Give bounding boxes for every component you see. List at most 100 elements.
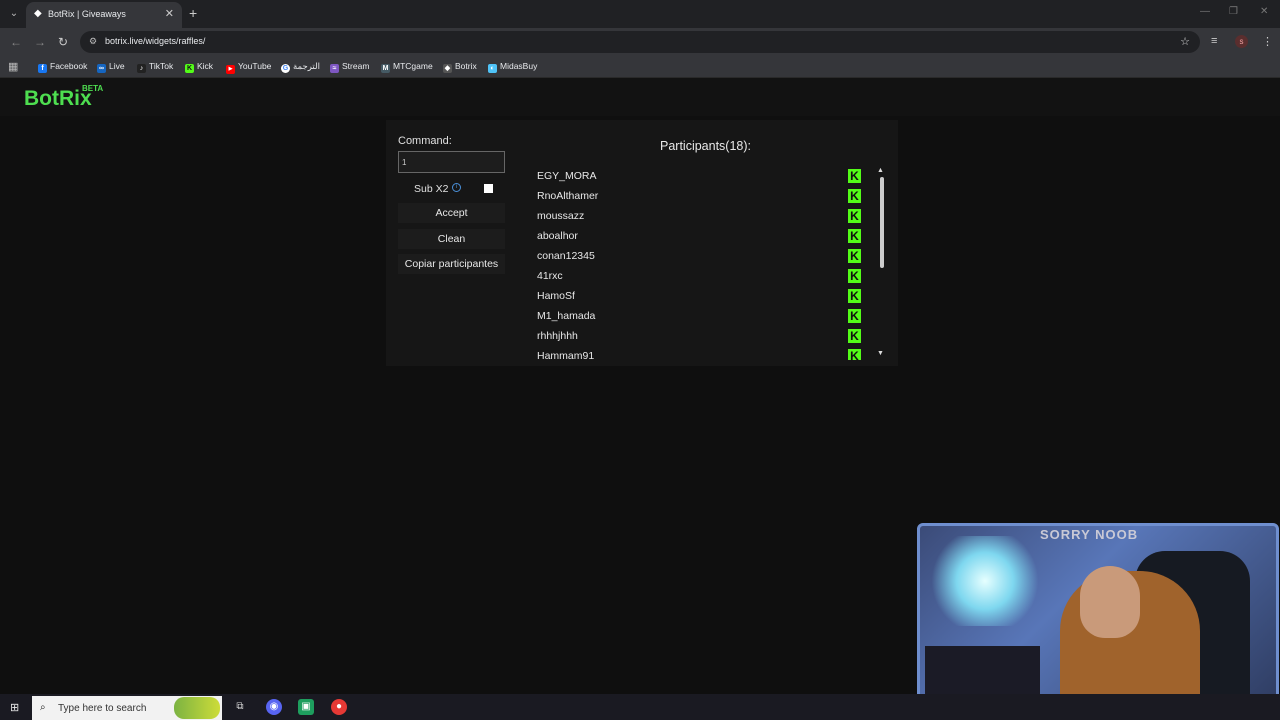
scroll-thumb[interactable] xyxy=(880,177,884,268)
bookmark-translate[interactable]: G الترجمة xyxy=(281,61,320,73)
scroll-up-icon[interactable]: ▲ xyxy=(877,167,884,174)
new-tab-icon[interactable]: + xyxy=(189,5,197,21)
list-item[interactable]: 41rxc K xyxy=(523,267,863,287)
list-item[interactable]: aboalhor K xyxy=(523,227,863,247)
url-text[interactable]: botrix.live/widgets/raffles/ xyxy=(105,36,205,46)
command-label: Command: xyxy=(398,135,452,147)
participant-name: HamoSf xyxy=(537,290,575,302)
mtcgame-icon: M xyxy=(381,64,390,73)
minimize-icon[interactable]: — xyxy=(1200,6,1210,17)
bookmark-star-icon[interactable]: ☆ xyxy=(1180,35,1190,48)
task-view-icon[interactable]: ⧉ xyxy=(232,699,248,715)
facebook-icon: f xyxy=(38,64,47,73)
clean-button[interactable]: Clean xyxy=(398,229,505,249)
bookmark-tiktok[interactable]: ♪ TikTok xyxy=(137,61,173,73)
apps-grid-icon[interactable]: ▦ xyxy=(8,60,18,73)
tab-close-icon[interactable]: ✕ xyxy=(165,7,174,20)
participant-name: RnoAlthamer xyxy=(537,190,599,202)
menu-kebab-icon[interactable]: ⋮ xyxy=(1262,35,1273,48)
search-highlight-image xyxy=(174,697,220,719)
kick-icon: K xyxy=(848,189,861,203)
restore-icon[interactable]: ❐ xyxy=(1229,6,1238,17)
discord-icon[interactable]: ◉ xyxy=(266,699,282,715)
midasbuy-icon: ◐ xyxy=(488,64,497,73)
participants-title: Participants(18): xyxy=(660,139,752,153)
list-item[interactable]: RnoAlthamer K xyxy=(523,187,863,207)
reload-icon[interactable]: ↻ xyxy=(58,35,68,49)
site-info-icon[interactable]: ⚙ xyxy=(89,36,97,47)
windows-start-icon[interactable]: ⊞ xyxy=(10,701,19,714)
kick-icon: K xyxy=(848,229,861,243)
bookmark-live[interactable]: ∞ Live xyxy=(97,61,125,73)
kick-icon: K xyxy=(848,169,861,183)
tab-title: BotRix | Giveaways xyxy=(48,9,126,19)
list-item[interactable]: Hammam91 K xyxy=(523,347,863,360)
webcam-sign-text: SORRY NOOB xyxy=(1040,527,1139,542)
kick-icon: K xyxy=(848,349,861,360)
copy-participants-button[interactable]: Copiar participantes xyxy=(398,254,505,274)
participant-name: EGY_MORA xyxy=(537,170,597,182)
participant-name: aboalhor xyxy=(537,230,578,242)
botrix-favicon-icon: ◆ xyxy=(34,8,42,19)
list-item[interactable]: HamoSf K xyxy=(523,287,863,307)
bookmark-botrix[interactable]: ◆ Botrix xyxy=(443,61,477,73)
list-item[interactable]: conan12345 K xyxy=(523,247,863,267)
beta-badge: BETA xyxy=(82,84,104,93)
search-icon: ⌕ xyxy=(40,702,46,713)
list-item[interactable]: EGY_MORA K xyxy=(523,167,863,187)
tiktok-icon: ♪ xyxy=(137,64,146,73)
browser-titlebar: ⌄ ◆ BotRix | Giveaways ✕ + — ❐ ✕ xyxy=(0,0,1280,28)
scroll-down-icon[interactable]: ▼ xyxy=(877,350,884,357)
browser-tab[interactable]: ◆ BotRix | Giveaways ✕ xyxy=(26,2,182,28)
list-item[interactable]: rhhhjhhh K xyxy=(523,327,863,347)
accept-button[interactable]: Accept xyxy=(398,203,505,223)
list-item[interactable]: moussazz K xyxy=(523,207,863,227)
sub-x2-label: Sub X2 xyxy=(414,183,449,195)
kick-icon: K xyxy=(848,249,861,263)
streamer-head xyxy=(1080,566,1140,638)
participant-name: moussazz xyxy=(537,210,585,222)
kick-icon: K xyxy=(848,209,861,223)
kick-icon: K xyxy=(848,329,861,343)
forward-icon[interactable]: → xyxy=(34,35,46,49)
participant-name: M1_hamada xyxy=(537,310,596,322)
address-bar: ← → ↻ ⚙ botrix.live/widgets/raffles/ ☆ ≡… xyxy=(0,28,1280,56)
bookmark-mtcgame[interactable]: M MTCgame xyxy=(381,61,433,73)
windows-taskbar: ⊞ ⌕ Type here to search ⧉ ◉ ▣ ● xyxy=(0,694,1280,720)
profile-avatar[interactable]: s xyxy=(1235,35,1248,48)
kick-icon: K xyxy=(848,269,861,283)
kick-icon: K xyxy=(185,64,194,73)
botrix-icon: ◆ xyxy=(443,64,452,73)
back-icon[interactable]: ← xyxy=(10,35,22,49)
url-input[interactable]: ⚙ botrix.live/widgets/raffles/ ☆ xyxy=(80,31,1200,53)
chrome-icon[interactable]: ● xyxy=(331,699,347,715)
media-controls-icon[interactable]: ≡ xyxy=(1211,35,1217,47)
live-icon: ∞ xyxy=(97,64,106,73)
bookmark-youtube[interactable]: ▶ YouTube xyxy=(226,61,271,74)
participant-name: rhhhjhhh xyxy=(537,330,578,342)
participant-name: 41rxc xyxy=(537,270,563,282)
bookmark-kick[interactable]: K Kick xyxy=(185,61,213,73)
app-green-icon[interactable]: ▣ xyxy=(298,699,314,715)
bookmark-facebook[interactable]: f Facebook xyxy=(38,61,87,73)
participants-list[interactable]: EGY_MORA K RnoAlthamer K moussazz K aboalho… xyxy=(523,167,875,360)
google-icon: G xyxy=(281,64,290,73)
info-icon[interactable]: i xyxy=(452,183,461,192)
search-placeholder: Type here to search xyxy=(58,703,147,714)
kick-icon: K xyxy=(848,289,861,303)
window-close-icon[interactable]: ✕ xyxy=(1260,6,1268,17)
sub-x2-checkbox[interactable] xyxy=(484,184,493,193)
participant-name: Hammam91 xyxy=(537,350,595,360)
kick-icon: K xyxy=(848,309,861,323)
webcam-overlay: SORRY NOOB xyxy=(917,523,1279,720)
participant-name: conan12345 xyxy=(537,250,595,262)
bookmarks-bar: ▦ f Facebook ∞ Live ♪ TikTok K Kick ▶ YouTube… xyxy=(0,56,1280,78)
tab-search-icon[interactable]: ⌄ xyxy=(6,6,22,22)
site-header: BotRix BETA xyxy=(0,78,1280,116)
list-item[interactable]: M1_hamada K xyxy=(523,307,863,327)
taskbar-search-input[interactable]: ⌕ Type here to search xyxy=(32,696,222,720)
participants-scrollbar[interactable]: ▲ ▼ xyxy=(877,167,886,360)
bookmark-midasbuy[interactable]: ◐ MidasBuy xyxy=(488,61,537,73)
command-input[interactable] xyxy=(398,151,505,173)
bookmark-stream[interactable]: ≈ Stream xyxy=(330,61,369,73)
